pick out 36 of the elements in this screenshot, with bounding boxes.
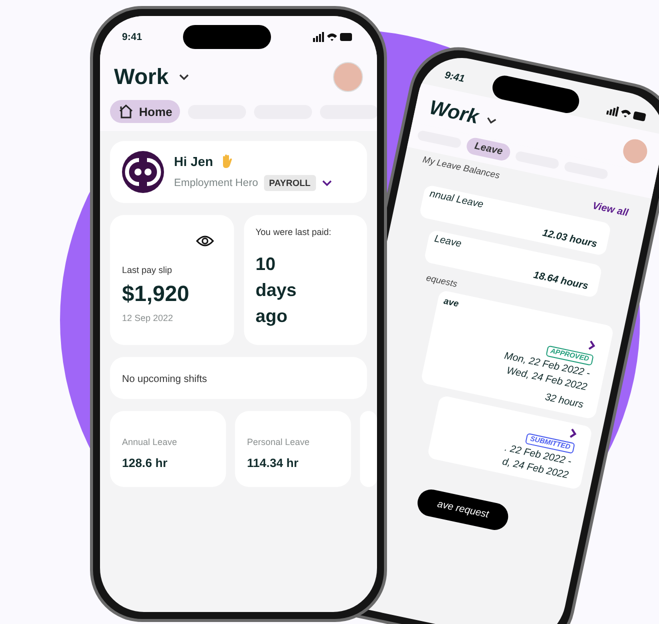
greeting-card[interactable]: Hi Jen Employment Hero PAYROLL	[110, 141, 367, 203]
leave-hours-value: 12.03 hours	[541, 228, 598, 250]
status-time: 9:41	[444, 70, 466, 85]
leave-balance-card[interactable]: Personal Leave 114.34 hr	[235, 411, 351, 487]
home-icon	[118, 104, 134, 119]
pay-slip-label: Last pay slip	[122, 265, 174, 275]
leave-balance-card[interactable]: Annual Leave 128.6 hr	[110, 411, 226, 487]
leave-request-button[interactable]: ave request	[415, 486, 511, 533]
shifts-message: No upcoming shifts	[122, 374, 208, 385]
section-heading: equests	[425, 272, 458, 289]
chevron-down-icon[interactable]	[486, 116, 497, 125]
leave-type-label: Leave	[433, 234, 464, 252]
chevron-right-icon[interactable]	[588, 340, 597, 352]
eye-icon[interactable]	[196, 235, 214, 247]
status-icons	[310, 32, 355, 42]
pay-slip-card[interactable]: Last pay slip $1,920 12 Sep 2022	[110, 215, 234, 345]
tab[interactable]: Leave	[465, 136, 512, 162]
payroll-badge: PAYROLL	[264, 175, 316, 191]
view-all-link[interactable]: View all	[591, 200, 630, 219]
tab[interactable]: Home	[110, 100, 180, 123]
last-paid-value: 10 days ago	[256, 253, 298, 328]
company-name: Employment Hero	[174, 177, 258, 189]
pay-date: 12 Sep 2022	[122, 313, 174, 323]
pay-amount: $1,920	[122, 281, 190, 307]
app-title: Work	[114, 64, 169, 90]
last-paid-label: You were last paid:	[256, 227, 332, 237]
chevron-down-icon[interactable]	[322, 180, 332, 186]
greeting-text: Hi Jen	[174, 154, 214, 168]
chevron-down-icon[interactable]	[178, 74, 189, 80]
leave-type-label: nnual Leave	[428, 188, 486, 213]
status-icons	[606, 104, 648, 123]
app-title: Work	[427, 96, 481, 130]
company-logo-icon	[122, 151, 164, 193]
chevron-right-icon[interactable]	[569, 428, 578, 440]
status-time: 9:41	[122, 32, 142, 42]
leave-hours-value: 18.64 hours	[532, 270, 590, 292]
